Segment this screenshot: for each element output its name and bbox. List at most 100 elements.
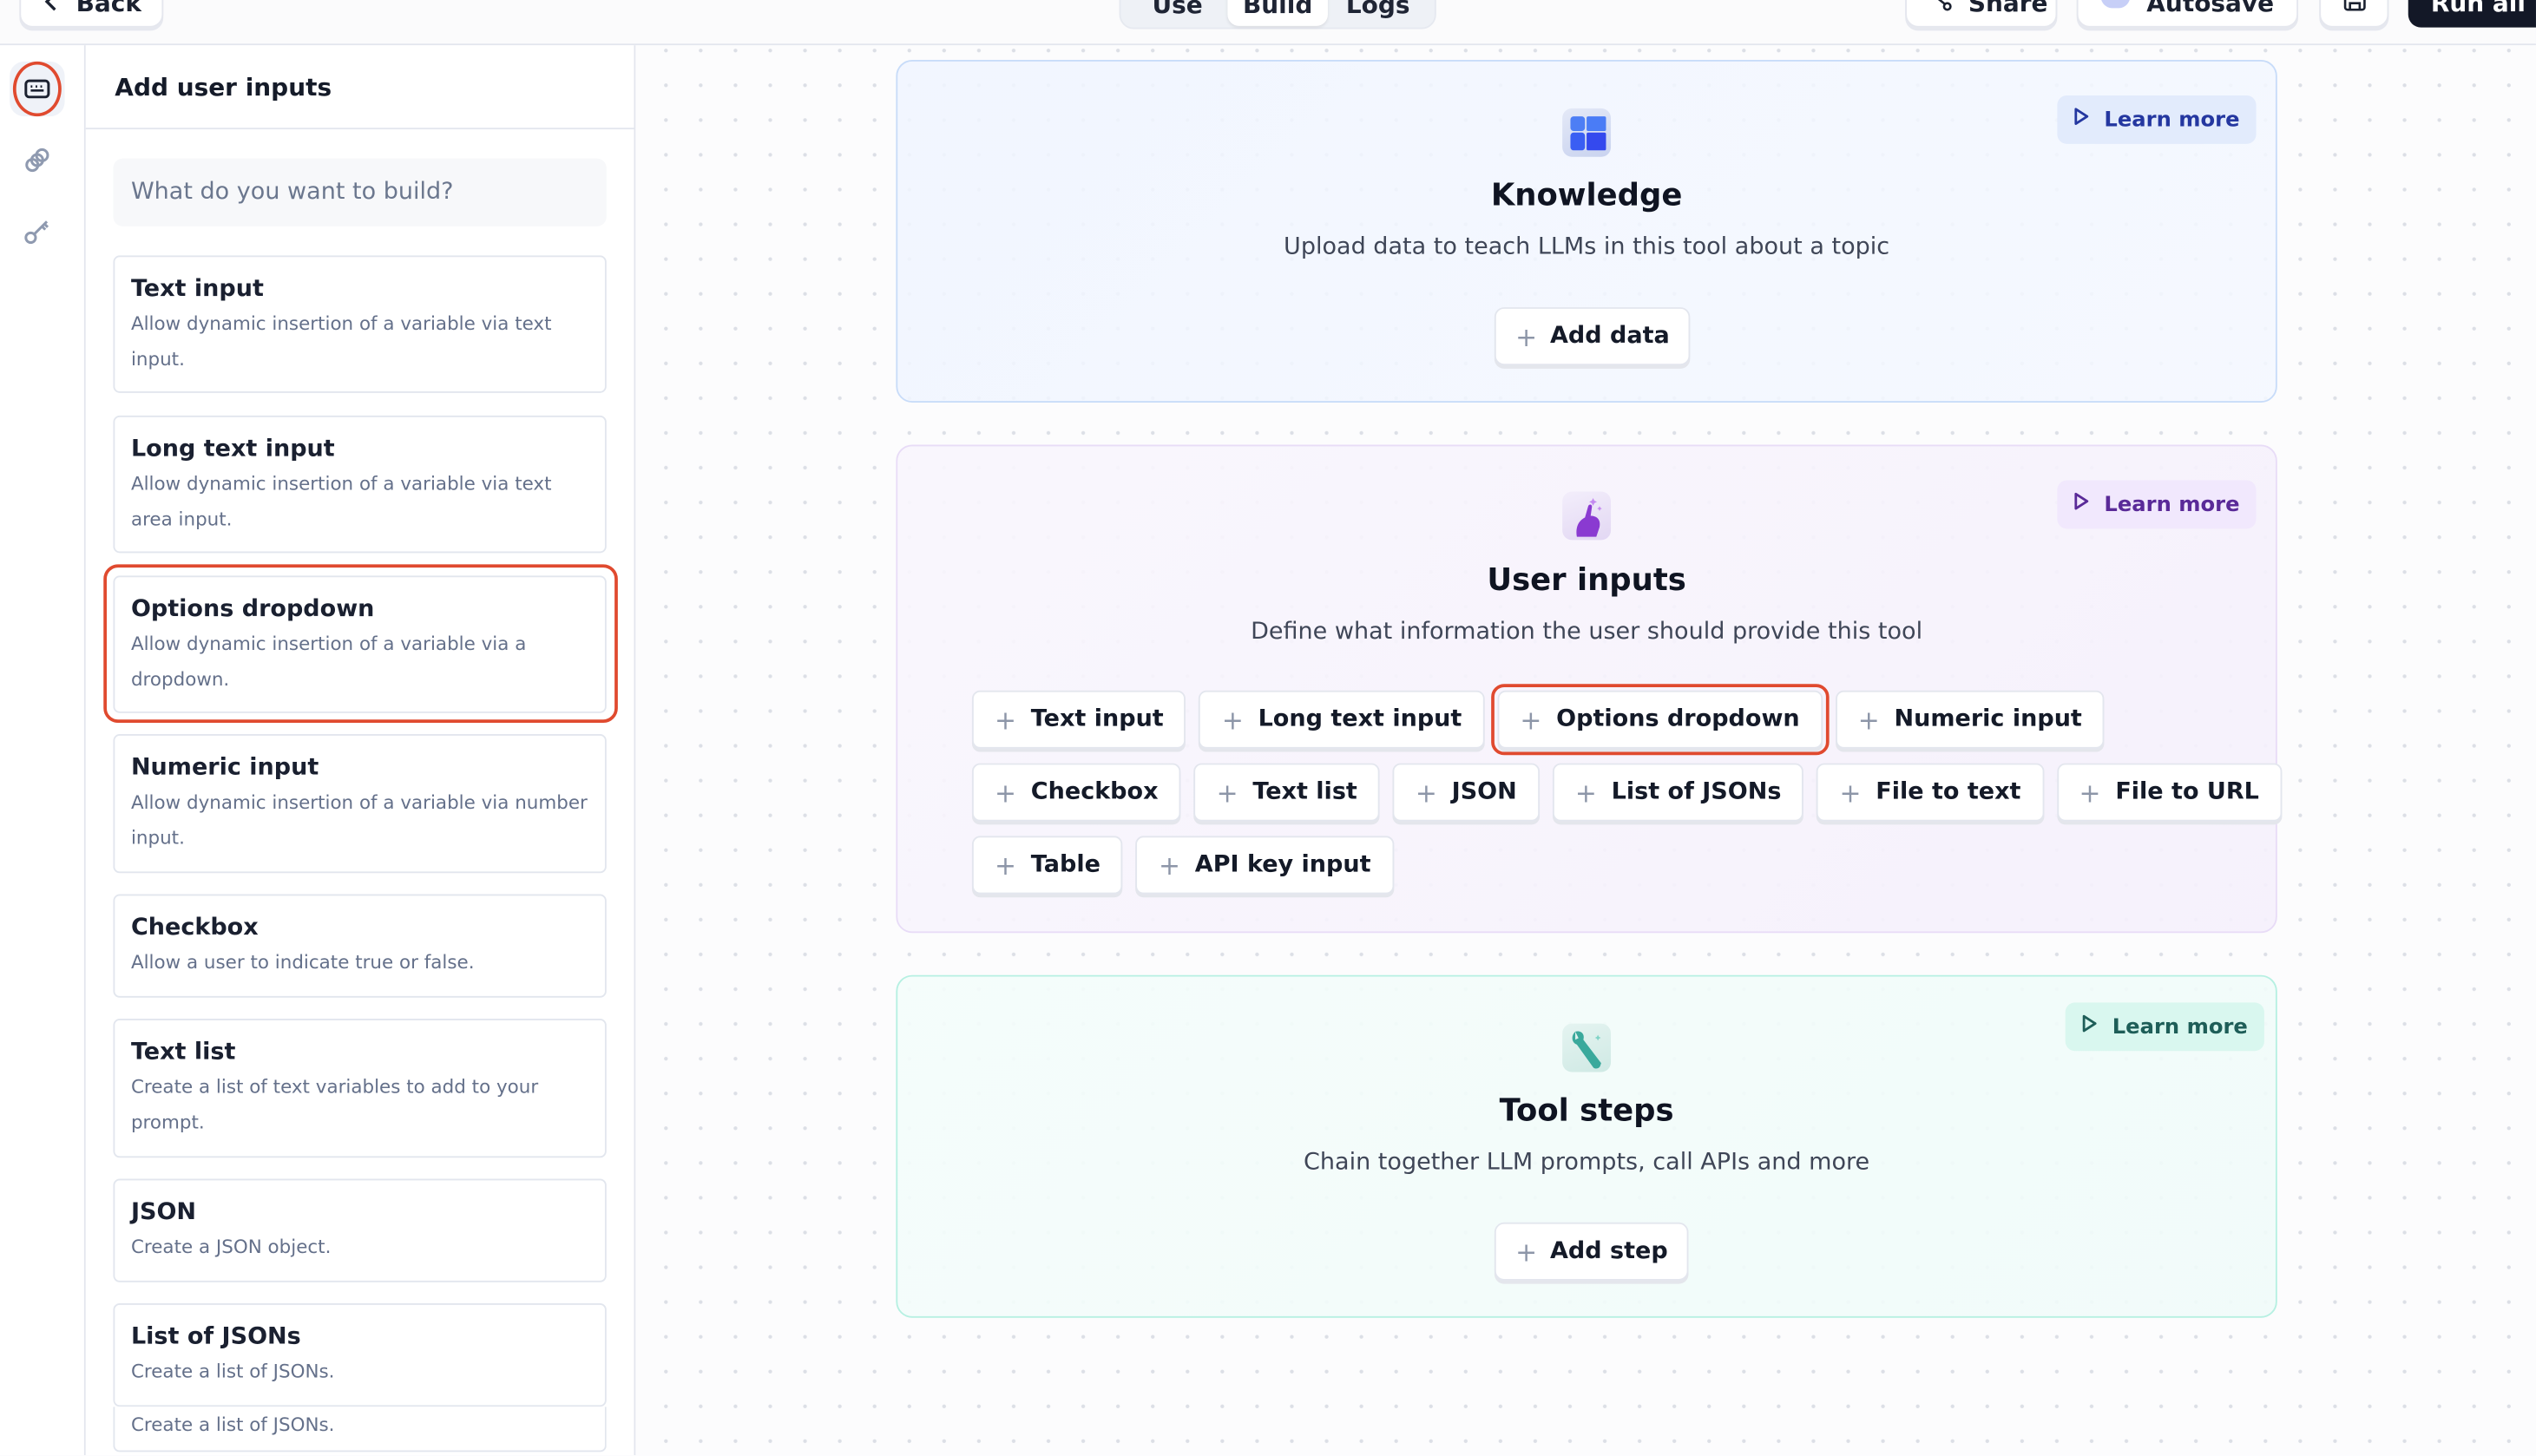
add-list-of-jsons-chip[interactable]: + List of JSONs (1552, 763, 1804, 822)
chip-label: Options dropdown (1556, 706, 1800, 733)
card-title: JSON (130, 1199, 197, 1226)
share-button[interactable]: Share (1905, 0, 2058, 28)
chip-row: + Checkbox + Text list + JSON + List of JSON… (971, 763, 2282, 822)
section-title: User inputs (1487, 562, 1686, 599)
chip-row: + Table + API key input (971, 836, 2234, 895)
section-title: Tool steps (1499, 1092, 1674, 1129)
link-icon (23, 146, 52, 181)
learn-more-label: Learn more (2104, 107, 2240, 132)
panel-title: Add user inputs (85, 45, 634, 130)
highlight-ring (12, 61, 62, 117)
plus-icon: + (1574, 777, 1597, 808)
card-title: Text input (130, 276, 264, 303)
tab-logs[interactable]: Logs (1328, 0, 1429, 26)
knowledge-icon (1562, 108, 1612, 157)
add-text-list-chip[interactable]: + Text list (1193, 763, 1380, 822)
input-type-card-long-text-input[interactable]: Long text input Allow dynamic insertion … (113, 415, 607, 554)
add-text-input-chip[interactable]: + Text input (971, 690, 1186, 749)
input-type-card-checkbox[interactable]: Checkbox Allow a user to indicate true o… (113, 894, 607, 998)
play-icon (2073, 492, 2090, 518)
add-numeric-input-chip[interactable]: + Numeric input (1835, 690, 2105, 749)
add-step-label: Add step (1549, 1238, 1668, 1265)
plus-icon: + (1520, 704, 1542, 735)
chip-label: Numeric input (1894, 706, 2082, 733)
card-title: Numeric input (130, 755, 319, 782)
input-type-card-json[interactable]: JSON Create a JSON object. (113, 1178, 607, 1282)
card-description: Allow dynamic insertion of a variable vi… (130, 472, 552, 530)
chip-label: Long text input (1258, 706, 1462, 733)
plus-icon: + (1839, 777, 1862, 808)
card-title: Long text input (130, 436, 335, 462)
rail-item-api-keys[interactable] (10, 207, 64, 262)
learn-more-button[interactable]: Learn more (2057, 480, 2257, 529)
input-type-card-text-list[interactable]: Text list Create a list of text variable… (113, 1019, 607, 1158)
input-type-card-numeric-input[interactable]: Numeric input Allow dynamic insertion of… (113, 734, 607, 874)
add-checkbox-chip[interactable]: + Checkbox (971, 763, 1181, 822)
plus-icon: + (995, 849, 1017, 881)
input-type-card-text-input[interactable]: Text input Allow dynamic insertion of a … (113, 255, 607, 393)
chip-label: List of JSONs (1611, 779, 1782, 806)
plus-icon: + (995, 777, 1017, 808)
chip-row: + Text input + Long text input + Options dr… (971, 684, 2234, 756)
plus-icon: + (2079, 777, 2101, 808)
key-icon (23, 217, 52, 253)
share-icon (1929, 0, 1952, 17)
chip-label: API key input (1194, 852, 1371, 878)
add-file-to-text-chip[interactable]: + File to text (1817, 763, 2044, 822)
save-icon (2342, 0, 2365, 17)
chip-label: Text list (1252, 779, 1357, 806)
add-file-to-url-chip[interactable]: + File to URL (2056, 763, 2282, 822)
rail-item-user-inputs[interactable] (10, 61, 65, 117)
pointing-hand-icon (1562, 491, 1612, 541)
add-step-button[interactable]: + Add step (1494, 1222, 1689, 1281)
card-description: Allow dynamic insertion of a variable vi… (130, 312, 552, 370)
plus-icon: + (1415, 777, 1437, 808)
add-api-key-input-chip[interactable]: + API key input (1135, 836, 1394, 895)
add-table-chip[interactable]: + Table (971, 836, 1124, 895)
add-long-text-input-chip[interactable]: + Long text input (1199, 690, 1485, 749)
app-window: Back Use Build Logs Share Autosave Run a… (0, 0, 2536, 1456)
add-json-chip[interactable]: + JSON (1392, 763, 1540, 822)
add-data-button[interactable]: + Add data (1494, 307, 1691, 366)
builder-canvas: Knowledge Upload data to teach LLMs in t… (635, 45, 2536, 1456)
share-label: Share (1968, 0, 2048, 17)
back-button[interactable]: Back (19, 0, 164, 28)
tab-build[interactable]: Build (1227, 0, 1328, 26)
rail-item-links[interactable] (10, 136, 64, 191)
wrench-icon (1562, 1023, 1612, 1072)
run-all-button[interactable]: Run all (2408, 0, 2536, 28)
top-bar: Back Use Build Logs Share Autosave Run a… (0, 0, 2536, 46)
plus-icon: + (1515, 320, 1538, 352)
play-icon (2081, 1013, 2098, 1040)
card-description: Allow dynamic insertion of a variable vi… (130, 632, 527, 690)
chip-label: JSON (1451, 779, 1517, 806)
section-title: Knowledge (1490, 177, 1683, 213)
save-button[interactable] (2319, 0, 2389, 28)
plus-icon: + (1857, 704, 1880, 735)
learn-more-button[interactable]: Learn more (2057, 95, 2257, 144)
card-description: Create a list of JSONs. (130, 1413, 335, 1436)
learn-more-label: Learn more (2104, 492, 2240, 517)
chip-label: File to text (1876, 779, 2021, 806)
add-data-label: Add data (1549, 323, 1670, 350)
autosave-toggle[interactable]: Autosave (2076, 0, 2299, 28)
section-subtitle: Upload data to teach LLMs in this tool a… (1284, 234, 1890, 261)
card-title: Text list (130, 1040, 236, 1066)
toggle-switch[interactable] (2100, 0, 2131, 8)
card-description: Create a JSON object. (130, 1235, 332, 1258)
mode-tabs: Use Build Logs (1119, 0, 1436, 30)
search-input[interactable] (113, 158, 607, 226)
card-title: Checkbox (130, 915, 259, 941)
card-description: Allow a user to indicate true or false. (130, 950, 475, 974)
learn-more-button[interactable]: Learn more (2065, 1002, 2264, 1052)
left-rail (0, 45, 86, 1456)
section-subtitle: Chain together LLM prompts, call APIs an… (1304, 1149, 1870, 1176)
input-type-card-list-of-jsons[interactable]: List of JSONs Create a list of JSONs. (113, 1302, 607, 1407)
input-type-card-duplicate-ghost[interactable]: Create a list of JSONs. (113, 1407, 607, 1453)
tab-use[interactable]: Use (1127, 0, 1228, 26)
chevron-left-icon (43, 0, 60, 17)
input-type-card-options-dropdown[interactable]: Options dropdown Allow dynamic insertion… (113, 575, 607, 713)
add-options-dropdown-chip[interactable]: + Options dropdown (1490, 684, 1830, 756)
tool-steps-section: Tool steps Chain together LLM prompts, c… (896, 974, 2277, 1318)
plus-icon: + (1515, 1236, 1538, 1268)
